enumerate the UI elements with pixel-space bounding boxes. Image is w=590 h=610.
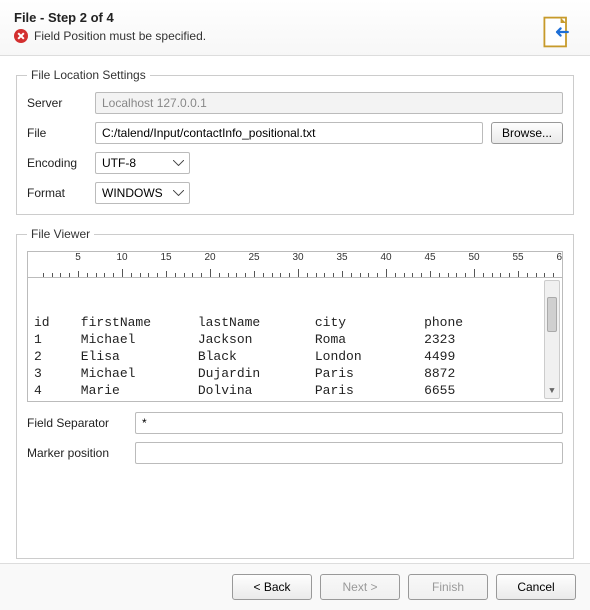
dialog-title: File - Step 2 of 4 <box>14 10 576 25</box>
next-button[interactable]: Next > <box>320 574 400 600</box>
dialog-body: File Location Settings Server File Brows… <box>0 56 590 563</box>
file-viewer: File Viewer 5 10 15 20 25 30 35 40 45 50 55 60 id f… <box>16 227 574 559</box>
field-separator-input[interactable] <box>135 412 563 434</box>
encoding-label: Encoding <box>27 156 87 170</box>
cancel-button[interactable]: Cancel <box>496 574 576 600</box>
error-line: Field Position must be specified. <box>14 29 576 43</box>
server-label: Server <box>27 96 87 110</box>
back-button[interactable]: < Back <box>232 574 312 600</box>
file-location-settings: File Location Settings Server File Brows… <box>16 68 574 215</box>
ruler-label: 60 <box>556 252 563 263</box>
ruler-label: 5 <box>75 252 81 263</box>
ruler-label: 40 <box>380 252 391 263</box>
error-message: Field Position must be specified. <box>34 29 206 43</box>
error-icon <box>14 29 28 43</box>
finish-button[interactable]: Finish <box>408 574 488 600</box>
ruler-label: 45 <box>424 252 435 263</box>
browse-button[interactable]: Browse... <box>491 122 563 144</box>
dialog-footer: < Back Next > Finish Cancel <box>0 563 590 610</box>
ruler-label: 35 <box>336 252 347 263</box>
encoding-select[interactable]: UTF-8 <box>95 152 190 174</box>
ruler-label: 25 <box>248 252 259 263</box>
ruler-label: 20 <box>204 252 215 263</box>
file-content-preview: id firstName lastName city phone 1 Micha… <box>27 277 563 402</box>
dialog-header: File - Step 2 of 4 Field Position must b… <box>0 0 590 56</box>
ruler-label: 10 <box>116 252 127 263</box>
file-wizard-icon <box>538 14 576 50</box>
scroll-down-icon[interactable]: ▼ <box>545 384 559 398</box>
format-label: Format <box>27 186 87 200</box>
ruler-label: 30 <box>292 252 303 263</box>
column-ruler[interactable]: 5 10 15 20 25 30 35 40 45 50 55 60 <box>27 251 563 277</box>
vertical-scrollbar[interactable]: ▲ ▼ <box>544 280 560 399</box>
field-separator-label: Field Separator <box>27 416 127 430</box>
marker-position-label: Marker position <box>27 446 127 460</box>
ruler-label: 15 <box>160 252 171 263</box>
format-select[interactable]: WINDOWS <box>95 182 190 204</box>
wizard-dialog: File - Step 2 of 4 Field Position must b… <box>0 0 590 610</box>
server-select[interactable] <box>95 92 563 114</box>
viewer-legend: File Viewer <box>27 227 94 241</box>
scroll-thumb[interactable] <box>547 297 557 332</box>
ruler-label: 50 <box>468 252 479 263</box>
marker-position-input[interactable] <box>135 442 563 464</box>
file-path-input[interactable] <box>95 122 483 144</box>
ruler-label: 55 <box>512 252 523 263</box>
file-label: File <box>27 126 87 140</box>
settings-legend: File Location Settings <box>27 68 150 82</box>
